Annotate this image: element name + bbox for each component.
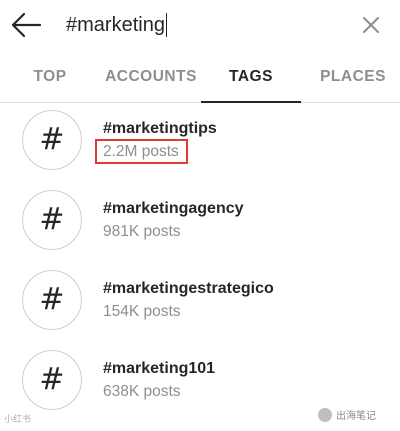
text-caret (165, 13, 168, 37)
back-button[interactable] (10, 10, 44, 40)
wechat-icon (318, 407, 332, 422)
tag-post-count: 154K posts (103, 303, 181, 320)
tab-accounts[interactable]: ACCOUNTS (100, 52, 202, 102)
tag-result-row[interactable]: # #marketingestrategico 154K posts (0, 263, 400, 343)
arrow-left-icon (11, 12, 42, 38)
hashtag-icon: # (22, 190, 82, 250)
watermark-right-text: 出海笔记 (336, 411, 376, 422)
tag-name: #marketingtips (103, 120, 217, 137)
tab-places[interactable]: PLACES (314, 52, 392, 102)
tag-result-row[interactable]: # #marketingagency 981K posts (0, 183, 400, 263)
tag-post-count: 981K posts (103, 223, 181, 240)
hashtag-icon: # (22, 270, 82, 330)
search-input[interactable]: #marketing (66, 10, 346, 40)
tag-post-count: 638K posts (103, 383, 181, 400)
highlight-box (95, 139, 188, 164)
tag-name: #marketingagency (103, 200, 244, 217)
tag-name: #marketingestrategico (103, 280, 274, 297)
tag-name: #marketing101 (103, 360, 216, 377)
search-tabs: TOP ACCOUNTS TAGS PLACES (0, 52, 400, 103)
hashtag-icon: # (22, 110, 82, 170)
watermark-right: 出海笔记 (318, 407, 376, 422)
close-icon (363, 17, 379, 33)
watermark-left: 小红书 (4, 414, 32, 424)
hashtag-icon: # (22, 350, 82, 410)
search-bar: #marketing (0, 0, 400, 52)
clear-search-button[interactable] (358, 12, 384, 38)
tab-top[interactable]: TOP (12, 52, 88, 102)
tab-tags[interactable]: TAGS (201, 52, 301, 103)
search-query-text: #marketing (66, 13, 165, 36)
tag-result-row[interactable]: # #marketingtips 2.2M posts (0, 103, 400, 183)
